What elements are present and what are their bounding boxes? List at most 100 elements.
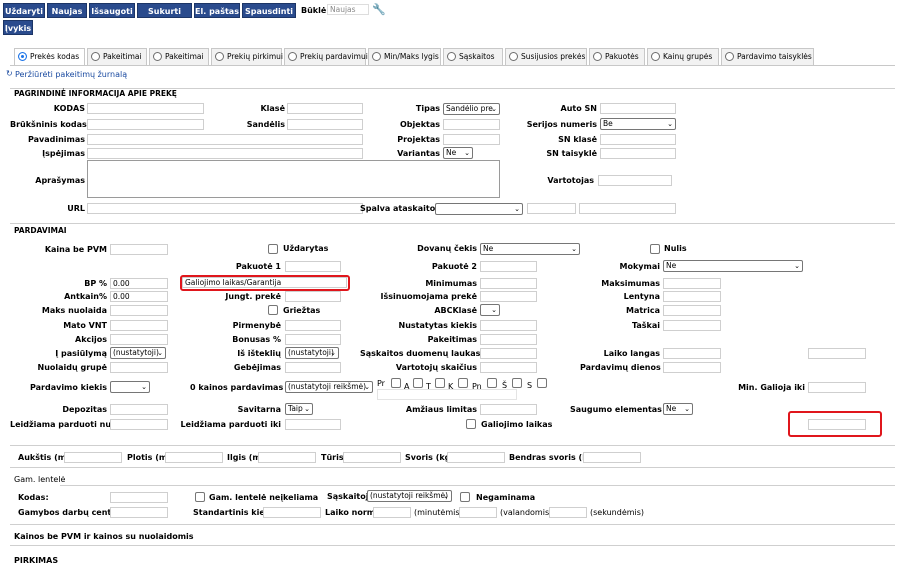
sales-days-input[interactable] [663, 362, 721, 373]
invoice-data-input[interactable] [480, 348, 537, 359]
maximum-input[interactable] [663, 278, 721, 289]
price-no-vat-input[interactable] [110, 244, 168, 255]
day-tue-checkbox[interactable] [413, 378, 423, 388]
print-button[interactable]: Spausdinti [242, 3, 296, 18]
age-limit-input[interactable] [480, 404, 537, 415]
self-service-select[interactable]: Taip ⌄ [285, 403, 313, 415]
package2-input[interactable] [480, 261, 537, 272]
wrench-icon[interactable]: 🔧 [372, 3, 386, 16]
producer-not-loaded-checkbox[interactable] [195, 492, 205, 502]
ability-input[interactable] [285, 362, 341, 373]
report-color-select[interactable]: ⌄ [435, 203, 523, 215]
not-produced-checkbox[interactable] [460, 492, 470, 502]
serial-select[interactable]: Be ⌄ [600, 118, 676, 130]
unit-input[interactable] [110, 320, 168, 331]
sales-qty-select[interactable]: ⌄ [110, 381, 150, 393]
security-element-select[interactable]: Ne ⌄ [663, 403, 693, 415]
max-discount-input[interactable] [110, 305, 168, 316]
volume-input[interactable] [343, 452, 401, 463]
width-input[interactable] [165, 452, 223, 463]
time-norm-hours-input[interactable] [459, 507, 497, 518]
points-input[interactable] [663, 320, 721, 331]
user-count-input[interactable] [480, 362, 537, 373]
package1-input[interactable] [285, 261, 341, 272]
day-sat-checkbox[interactable] [512, 378, 522, 388]
height-input[interactable] [64, 452, 122, 463]
day-wed-checkbox[interactable] [435, 378, 445, 388]
closed-checkbox[interactable] [268, 244, 278, 254]
time-norm-min-input[interactable] [373, 507, 411, 518]
project-input[interactable] [443, 134, 500, 145]
bp-input[interactable]: 0.00 [110, 278, 168, 289]
promotions-input[interactable] [110, 334, 168, 345]
type-select[interactable]: Sandėlio pre ⌄ [443, 103, 500, 115]
journal-link[interactable]: Peržiūrėti pakeitimų žurnalą [15, 69, 127, 80]
new-button[interactable]: Naujas [47, 3, 87, 18]
object-input[interactable] [443, 119, 500, 130]
auto-sn-input[interactable] [600, 103, 676, 114]
expiry-checkbox[interactable] [466, 419, 476, 429]
tab-price-groups[interactable]: Kainų grupės [647, 48, 719, 65]
tab-packages[interactable]: Pakuotės [589, 48, 645, 65]
linked-item-input[interactable] [285, 291, 341, 302]
tab-purchase-items[interactable]: Prekių pirkimui [211, 48, 283, 65]
training-select[interactable]: Ne ⌄ [663, 260, 803, 272]
close-button[interactable]: Uždaryti [3, 3, 45, 18]
replacement-input[interactable] [480, 334, 537, 345]
in-invoice-select[interactable]: (nustatytoji reikšmė) ⌄ [367, 490, 452, 502]
gift-voucher-select[interactable]: Ne ⌄ [480, 243, 580, 255]
code-input[interactable] [87, 103, 204, 114]
day-fri-checkbox[interactable] [487, 378, 497, 388]
zero-price-select[interactable]: (nustatytoji reikšmė) ⌄ [285, 381, 373, 393]
markup-input[interactable]: 0.00 [110, 291, 168, 302]
tab-item-code[interactable]: Prekės kodas [14, 48, 85, 65]
day-mon-checkbox[interactable] [391, 378, 401, 388]
time-window-input[interactable] [663, 348, 721, 359]
rentable-input[interactable] [480, 291, 537, 302]
abc-class-select[interactable]: ⌄ [480, 304, 500, 316]
tab-sales-rules[interactable]: Pardavimo taisyklės [721, 48, 814, 65]
strict-checkbox[interactable] [268, 305, 278, 315]
sn-rule-input[interactable] [600, 148, 676, 159]
email-button[interactable]: El. paštas [194, 3, 240, 18]
weight-input[interactable] [447, 452, 505, 463]
days-note-input[interactable] [377, 389, 517, 400]
user-input[interactable] [598, 175, 672, 186]
discount-group-input[interactable] [110, 362, 168, 373]
time-norm-sec-input[interactable] [549, 507, 587, 518]
producer-code-input[interactable] [110, 492, 168, 503]
min-valid-until-input[interactable] [808, 382, 866, 393]
length-input[interactable] [258, 452, 316, 463]
sell-from-input[interactable] [110, 419, 168, 430]
tab-sales-items[interactable]: Prekių pardavimui [284, 48, 368, 65]
to-offer-select[interactable]: (nustatytoji) ⌄ [110, 347, 166, 359]
shelf-input[interactable] [663, 291, 721, 302]
warning-input[interactable] [87, 148, 363, 159]
variant-select[interactable]: Ne ⌄ [443, 147, 473, 159]
bonus-input[interactable] [285, 334, 341, 345]
standard-qty-input[interactable] [263, 507, 321, 518]
minimum-input[interactable] [480, 278, 537, 289]
name-input[interactable] [87, 134, 363, 145]
tab-min-max[interactable]: Min/Maks lygis [368, 48, 441, 65]
tab-accounts[interactable]: Sąskaitos [443, 48, 503, 65]
create-item-button[interactable]: Sukurti prekę [137, 3, 192, 31]
class-input[interactable] [287, 103, 363, 114]
tab-related-items[interactable]: Susijusios prekės [505, 48, 587, 65]
color-input-1[interactable] [527, 203, 576, 214]
set-quantity-input[interactable] [480, 320, 537, 331]
priority-input[interactable] [285, 320, 341, 331]
tab-changes-2[interactable]: Pakeitimai [149, 48, 209, 65]
from-resources-select[interactable]: (nustatytoji) ⌄ [285, 347, 339, 359]
work-center-input[interactable] [110, 507, 168, 518]
url-input[interactable] [87, 203, 363, 214]
tab-changes-1[interactable]: Pakeitimai [87, 48, 147, 65]
event-button[interactable]: Įvykis [3, 20, 33, 35]
sn-class-input[interactable] [600, 134, 676, 145]
time-window-input-2[interactable] [808, 348, 866, 359]
warehouse-input[interactable] [287, 119, 363, 130]
description-textarea[interactable] [87, 160, 500, 198]
day-sun-checkbox[interactable] [537, 378, 547, 388]
barcode-input[interactable] [87, 119, 204, 130]
zero-checkbox[interactable] [650, 244, 660, 254]
